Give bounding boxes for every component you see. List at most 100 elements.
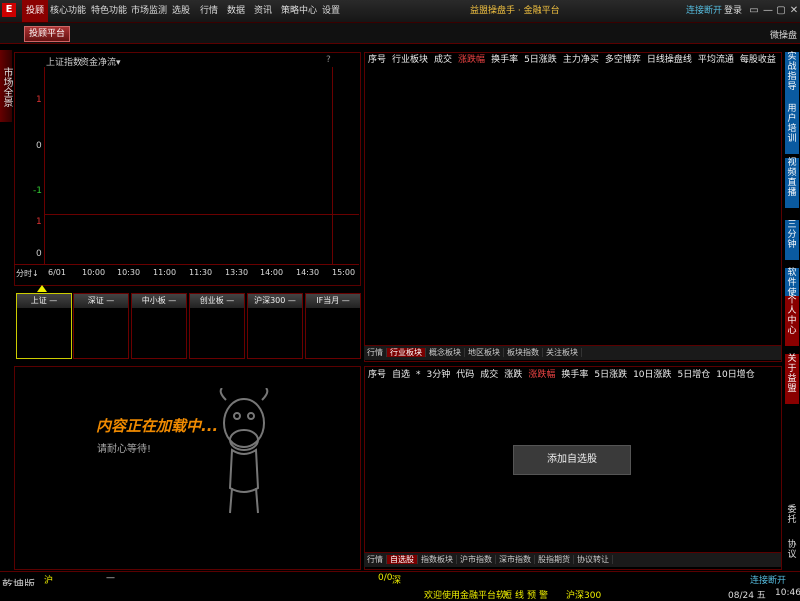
sh-dash: — xyxy=(106,573,115,583)
index-box-sme[interactable]: 中小板 — xyxy=(131,293,187,359)
col-header[interactable]: 涨跌幅 xyxy=(528,370,555,380)
watchlist-tab-bar: 行情 自选股 指数板块 沪市指数 深市指数 股指期货 协议转让 xyxy=(364,552,781,567)
alert-link[interactable]: 警 xyxy=(539,588,548,601)
index-box-if[interactable]: IF当月 — xyxy=(305,293,361,359)
nav-entrust[interactable]: 委托 xyxy=(785,505,799,535)
loading-text: 内容正在加载中... xyxy=(96,417,219,435)
tab-region[interactable]: 地区板块 xyxy=(465,348,504,357)
period-select[interactable]: 分时↓ xyxy=(16,268,39,279)
chart-tab-index[interactable]: 上证指数 xyxy=(46,55,82,68)
col-header[interactable]: 5日增仓 xyxy=(678,370,711,380)
alert-link[interactable]: 短 xyxy=(503,588,512,601)
menu-core[interactable]: 核心功能 xyxy=(50,0,86,22)
col-header[interactable]: 成交 xyxy=(480,370,498,380)
col-header[interactable]: 平均流通 xyxy=(698,55,734,65)
col-header[interactable]: 10日涨跌 xyxy=(633,370,671,380)
index-box-sh[interactable]: 上证 — xyxy=(16,293,72,359)
sub-toolbar xyxy=(0,23,800,44)
alert-link[interactable]: 线 xyxy=(515,588,524,601)
menu-tougu[interactable]: 投顾 xyxy=(22,0,49,22)
nav-three-minutes[interactable]: 三分钟 xyxy=(785,220,799,260)
cow-mascot-icon xyxy=(219,388,269,514)
alert-link[interactable]: 预 xyxy=(527,588,536,601)
col-header[interactable]: 自选 xyxy=(392,370,410,380)
bottom-connection-status[interactable]: 连接断开 xyxy=(750,573,786,586)
tab-concept[interactable]: 概念板块 xyxy=(426,348,465,357)
col-header[interactable]: 5日涨跌 xyxy=(524,55,557,65)
col-header[interactable]: 每股收益 xyxy=(740,55,776,65)
nav-about[interactable]: 关于益盟 xyxy=(785,354,799,404)
menu-data[interactable]: 数据 xyxy=(227,0,245,22)
news-panel xyxy=(14,366,361,570)
index-name: 深证 xyxy=(87,296,104,305)
x-tick-label: 10:30 xyxy=(117,268,141,277)
tab-watched-sector[interactable]: 关注板块 xyxy=(543,348,582,357)
chart-help-icon[interactable]: ? xyxy=(326,55,331,65)
col-header[interactable]: 换手率 xyxy=(561,370,588,380)
col-header[interactable]: 成交 xyxy=(434,55,452,65)
market-overview-tab[interactable]: 市场全景 xyxy=(0,50,12,122)
nav-live-video[interactable]: 视频直播 xyxy=(785,158,799,208)
x-tick-label: 14:00 xyxy=(260,268,284,277)
tab-quote[interactable]: 行情 xyxy=(364,555,387,564)
watchlist-table-header: 序号 自选 * 3分钟 代码 成交 涨跌 涨跌幅 换手率 5日涨跌 10日涨跌 5日增仓 10日增仓 xyxy=(368,367,761,383)
col-header[interactable]: 代码 xyxy=(456,370,474,380)
col-header[interactable]: 序号 xyxy=(368,370,386,380)
col-header[interactable]: 3分钟 xyxy=(427,370,451,380)
tab-sector-index[interactable]: 板块指数 xyxy=(504,348,543,357)
col-header[interactable]: 行业板块 xyxy=(392,55,428,65)
maximize-icon[interactable]: ▢ xyxy=(775,5,787,17)
col-header[interactable]: 主力净买 xyxy=(563,55,599,65)
menu-select[interactable]: 选股 xyxy=(172,0,190,22)
connection-status[interactable]: 连接断开 xyxy=(686,0,722,22)
nav-practical[interactable]: 实战指导 xyxy=(785,52,799,112)
tab-index-sector[interactable]: 指数板块 xyxy=(418,555,457,564)
index-box-hs300[interactable]: 沪深300 — xyxy=(247,293,303,359)
skin-icon[interactable]: ▭ xyxy=(748,5,760,17)
index-pointer-icon xyxy=(37,285,47,292)
menu-quote[interactable]: 行情 xyxy=(200,0,218,22)
platform-button[interactable]: 投顾平台 xyxy=(24,26,71,42)
add-watchlist-button[interactable]: 添加自选股 xyxy=(513,445,631,475)
col-header[interactable]: 序号 xyxy=(368,55,386,65)
close-icon[interactable]: ✕ xyxy=(788,5,800,17)
index-name: 创业板 xyxy=(199,296,224,305)
index-box-gem[interactable]: 创业板 — xyxy=(189,293,245,359)
nav-training[interactable]: 用户培训 xyxy=(785,104,799,154)
tab-sz-index[interactable]: 深市指数 xyxy=(496,555,535,564)
tab-futures[interactable]: 股指期货 xyxy=(535,555,574,564)
login-link[interactable]: 登录 xyxy=(724,0,742,22)
col-header[interactable]: 5日涨跌 xyxy=(594,370,627,380)
col-header[interactable]: 换手率 xyxy=(491,55,518,65)
chart-y-axis xyxy=(44,67,45,264)
index-value: — xyxy=(341,296,350,305)
menu-feature[interactable]: 特色功能 xyxy=(91,0,127,22)
tab-quote[interactable]: 行情 xyxy=(364,348,387,357)
menu-news[interactable]: 资讯 xyxy=(254,0,272,22)
menu-strategy[interactable]: 策略中心 xyxy=(281,0,317,22)
micro-disk-button[interactable]: 微操盘 xyxy=(770,28,797,41)
chart-tab-fundflow[interactable]: 资金净流▾ xyxy=(80,55,121,68)
col-header[interactable]: 日线操盘线 xyxy=(647,55,692,65)
menu-monitor[interactable]: 市场监测 xyxy=(131,0,167,22)
col-header[interactable]: 多空博弈 xyxy=(605,55,641,65)
minimize-icon[interactable]: — xyxy=(762,5,774,17)
menu-settings[interactable]: 设置 xyxy=(322,0,340,22)
nav-agreement[interactable]: 协议 xyxy=(785,540,799,570)
tab-sh-index[interactable]: 沪市指数 xyxy=(457,555,496,564)
x-tick-label: 15:00 xyxy=(332,268,356,277)
nav-personal-center[interactable]: 个人中心 xyxy=(785,296,799,346)
y-tick-label: 0 xyxy=(36,141,42,151)
col-header[interactable]: 10日增仓 xyxy=(716,370,754,380)
col-header[interactable]: 涨跌 xyxy=(504,370,522,380)
tab-agreement[interactable]: 协议转让 xyxy=(574,555,613,564)
index-name: 中小板 xyxy=(141,296,166,305)
col-header[interactable]: * xyxy=(416,370,421,380)
index-box-sz[interactable]: 深证 — xyxy=(73,293,129,359)
index-value: — xyxy=(106,296,115,305)
sz-label: 深 xyxy=(392,576,402,586)
tab-industry[interactable]: 行业板块 xyxy=(387,348,426,357)
tab-watchlist[interactable]: 自选股 xyxy=(387,555,418,564)
col-header[interactable]: 涨跌幅 xyxy=(458,55,485,65)
chart-right-axis xyxy=(332,67,333,264)
